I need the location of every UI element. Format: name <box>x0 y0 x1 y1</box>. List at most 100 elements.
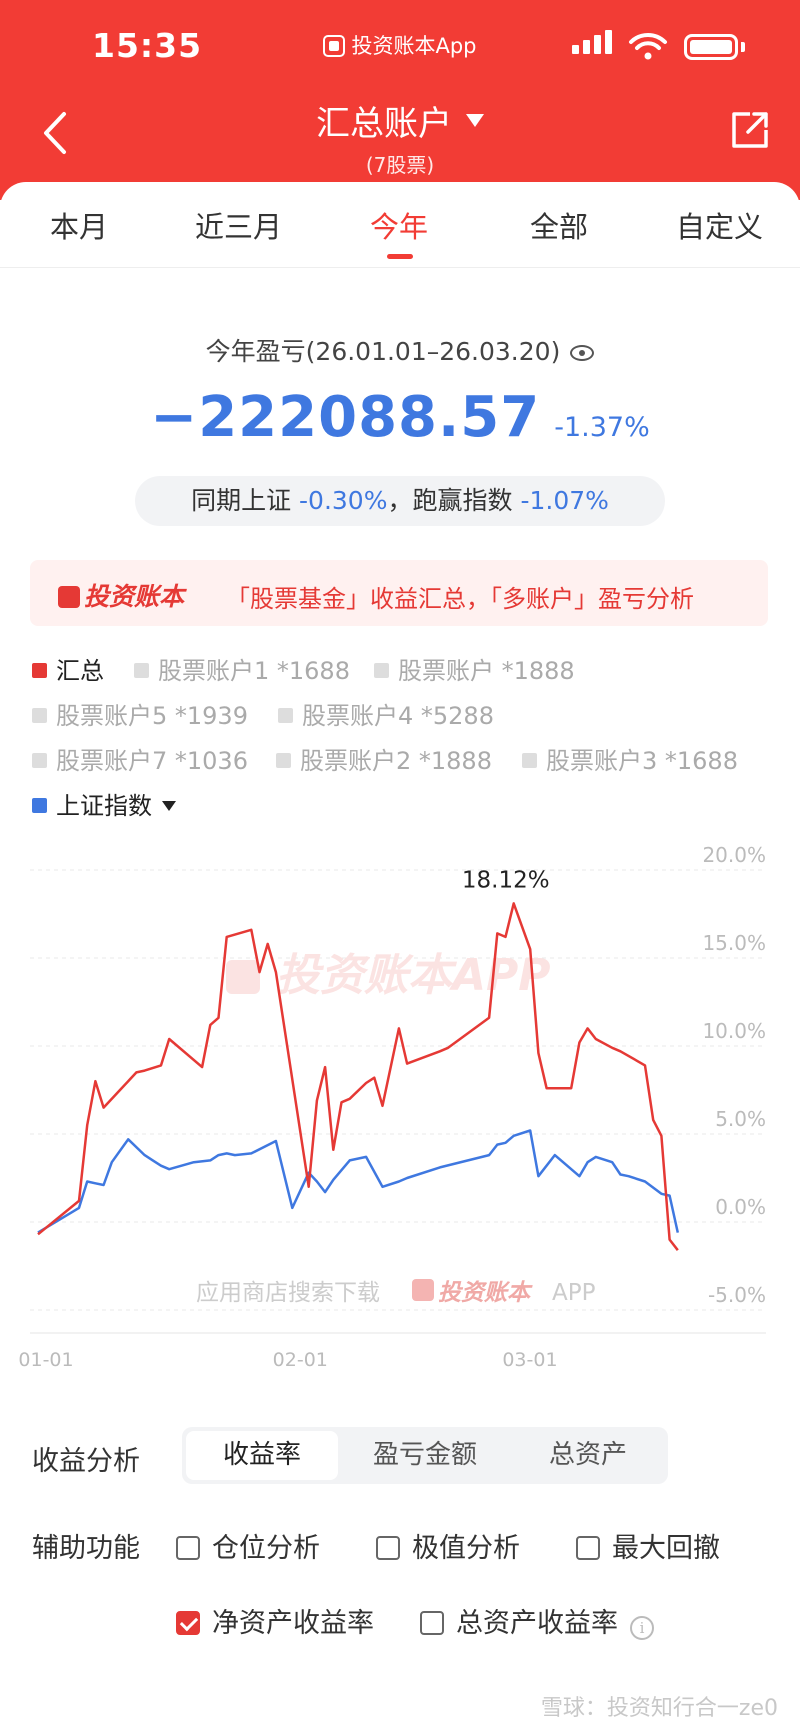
x-tick-label: 03-01 <box>502 1349 557 1371</box>
series-line-index <box>37 1129 680 1234</box>
legend-account[interactable]: 股票账户1 *1688 <box>134 651 350 686</box>
option-label: 仓位分析 <box>212 1533 320 1564</box>
segment-total-assets[interactable]: 总资产 <box>512 1431 664 1480</box>
share-icon[interactable] <box>730 110 770 150</box>
legend-label: 股票账户4 *5288 <box>302 702 494 730</box>
aux-label: 辅助功能 <box>32 1533 140 1564</box>
compare-label-beat: 跑赢指数 <box>412 486 513 515</box>
page-subtitle: (7股票) <box>365 153 435 177</box>
legend-account[interactable]: 股票账户5 *1939 <box>32 696 248 731</box>
legend-account[interactable]: 股票账户 *1888 <box>374 651 575 686</box>
y-tick-label: 10.0% <box>702 1019 766 1043</box>
x-tick-label: 02-01 <box>273 1349 328 1371</box>
segment-return-rate[interactable]: 收益率 <box>186 1431 338 1480</box>
legend-account[interactable]: 股票账户4 *5288 <box>278 696 494 731</box>
y-tick-label: 0.0% <box>715 1195 766 1219</box>
chart-grid <box>30 869 766 1334</box>
legend-swatch <box>32 798 47 813</box>
option-position-analysis[interactable]: 仓位分析 <box>176 1526 320 1565</box>
legend-account[interactable]: 股票账户3 *1688 <box>522 741 738 776</box>
legend-label: 股票账户7 *1036 <box>56 747 248 775</box>
option-extreme-analysis[interactable]: 极值分析 <box>376 1526 520 1565</box>
legend-total[interactable]: 汇总 <box>32 651 104 686</box>
status-icons <box>572 30 762 60</box>
tab-custom[interactable]: 自定义 <box>676 204 763 246</box>
watermark-bottom-app: APP <box>552 1280 596 1306</box>
signal-icon <box>583 40 590 54</box>
option-max-drawdown[interactable]: 最大回撤 <box>576 1526 720 1565</box>
signal-icon <box>572 45 579 54</box>
y-tick-label: 15.0% <box>702 931 766 955</box>
legend-index-selector[interactable]: 上证指数 <box>32 786 176 821</box>
x-tick-label: 01-01 <box>18 1349 73 1371</box>
watermark-bottom-logo: 投资账本 <box>438 1280 533 1306</box>
wifi-icon <box>629 32 667 60</box>
promo-logo-text: 投资账本 <box>84 582 185 611</box>
option-label: 总资产收益率 <box>456 1608 618 1639</box>
page-title: 汇总账户 <box>316 104 452 144</box>
footer-watermark: 雪球：投资知行合一ze0 <box>540 1696 778 1721</box>
y-tick-label: 5.0% <box>715 1107 766 1131</box>
pnl-value: −222088.57 <box>150 385 541 450</box>
profit-chart: 投资账本APP 应用商店搜索下载 投资账本 APP 20.0% 15.0% 10.0… <box>18 843 766 1371</box>
watermark-center: 投资账本APP <box>276 950 551 1001</box>
legend-label: 股票账户 *1888 <box>398 657 575 685</box>
caret-down-icon <box>162 801 176 811</box>
legend-swatch <box>522 753 537 768</box>
y-axis: 20.0% 15.0% 10.0% 5.0% 0.0% -5.0% <box>702 843 766 1307</box>
legend-swatch <box>32 708 47 723</box>
analysis-segmented-control: 收益率 盈亏金额 总资产 <box>182 1427 668 1484</box>
legend-label: 股票账户1 *1688 <box>158 657 350 685</box>
tab-active-indicator <box>387 254 413 259</box>
option-total-asset-return[interactable]: 总资产收益率 i <box>420 1601 654 1640</box>
checkbox[interactable] <box>576 1536 600 1560</box>
logo-icon <box>58 586 80 608</box>
status-app-name: 投资账本App <box>351 34 477 58</box>
legend-swatch <box>374 663 389 678</box>
tab-three-months[interactable]: 近三月 <box>195 204 282 246</box>
checkbox[interactable] <box>420 1611 444 1635</box>
compare-value-sh: -0.30% <box>299 486 388 515</box>
compare-separator: ， <box>387 486 413 515</box>
legend-label: 股票账户2 *1888 <box>300 747 492 775</box>
app-header: 15:35 投资账本App 汇总账户 (7股票) <box>0 0 800 200</box>
option-label: 净资产收益率 <box>212 1608 374 1639</box>
legend-label: 上证指数 <box>56 792 152 820</box>
y-tick-label: 20.0% <box>702 843 766 867</box>
compare-label-sh: 同期上证 <box>191 486 292 515</box>
legend-swatch <box>134 663 149 678</box>
legend-label: 汇总 <box>56 657 104 685</box>
y-tick-label: -5.0% <box>708 1283 766 1307</box>
period-label: 今年盈亏(26.01.01–26.03.20) <box>205 337 561 366</box>
tab-this-year[interactable]: 今年 <box>370 204 428 246</box>
checkbox[interactable] <box>176 1536 200 1560</box>
tab-all[interactable]: 全部 <box>530 204 588 246</box>
info-icon[interactable]: i <box>630 1616 654 1640</box>
analysis-label: 收益分析 <box>32 1446 140 1477</box>
promo-banner[interactable]: 投资账本 「股票基金」收益汇总，「多账户」盈亏分析 <box>30 560 768 626</box>
checkbox[interactable] <box>376 1536 400 1560</box>
legend-label: 股票账户5 *1939 <box>56 702 248 730</box>
battery-icon <box>684 34 738 60</box>
account-selector[interactable]: 汇总账户 (7股票) <box>0 96 800 178</box>
checkbox-checked[interactable] <box>176 1611 200 1635</box>
legend-swatch <box>32 753 47 768</box>
legend-swatch <box>278 708 293 723</box>
eye-icon[interactable] <box>570 345 595 361</box>
watermark-bottom: 应用商店搜索下载 <box>196 1280 380 1306</box>
legend-swatch <box>276 753 291 768</box>
compare-value-beat: -1.07% <box>520 486 609 515</box>
legend-account[interactable]: 股票账户2 *1888 <box>276 741 492 776</box>
caret-down-icon <box>466 114 484 127</box>
option-net-asset-return[interactable]: 净资产收益率 <box>176 1601 374 1640</box>
segment-pnl-amount[interactable]: 盈亏金额 <box>349 1431 501 1480</box>
tab-month[interactable]: 本月 <box>50 204 108 246</box>
legend-label: 股票账户3 *1688 <box>546 747 738 775</box>
option-label: 最大回撤 <box>612 1533 720 1564</box>
battery-tip <box>741 42 745 52</box>
legend-swatch <box>32 663 47 678</box>
legend-account[interactable]: 股票账户7 *1036 <box>32 741 248 776</box>
watermark-logo-icon <box>412 1279 434 1301</box>
period-summary: 今年盈亏(26.01.01–26.03.20) <box>0 332 800 368</box>
promo-text: 「股票基金」收益汇总，「多账户」盈亏分析 <box>226 585 694 613</box>
